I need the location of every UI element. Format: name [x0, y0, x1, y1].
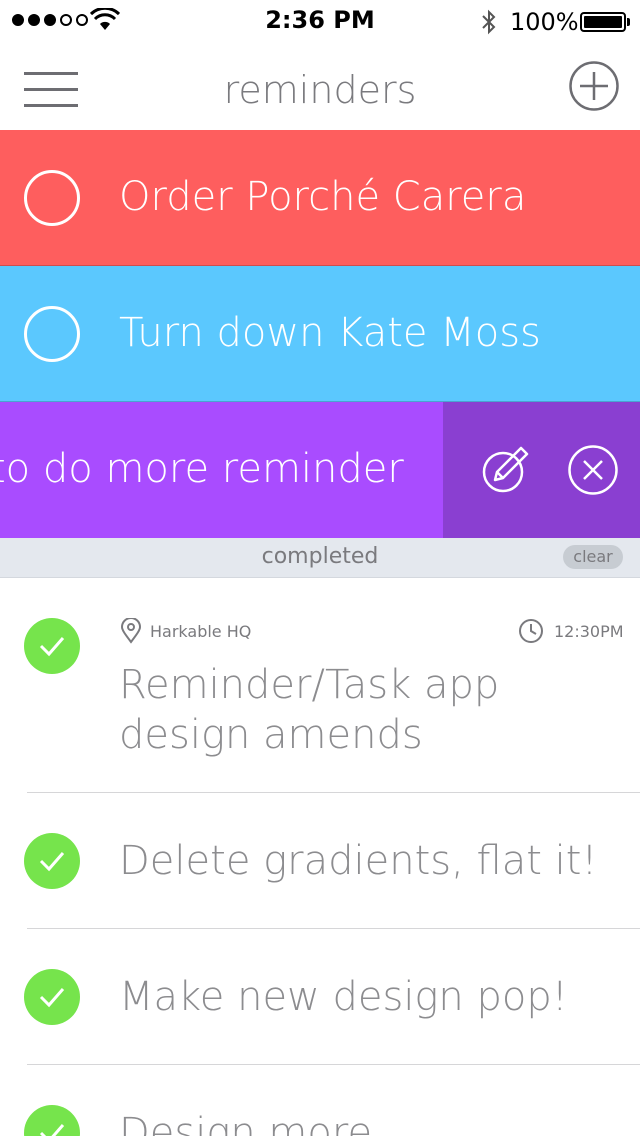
plus-circle-icon[interactable]: [568, 60, 620, 112]
complete-toggle[interactable]: [24, 306, 80, 362]
clear-button[interactable]: clear: [563, 545, 623, 569]
status-bar: 2:36 PM 100%: [0, 0, 640, 40]
completed-section-header: completed clear: [0, 538, 640, 578]
page-title: reminders: [223, 68, 417, 112]
time-meta: 12:30PM: [518, 618, 624, 644]
checkmark-icon[interactable]: [24, 969, 80, 1025]
location-label: Harkable HQ: [150, 621, 252, 641]
completed-item-text: Design more: [119, 1110, 373, 1136]
completed-title: completed: [261, 544, 379, 569]
battery-percentage: 100%: [510, 8, 579, 36]
divider: [27, 928, 640, 929]
reminder-row[interactable]: Turn down Kate Moss: [0, 266, 640, 402]
reminders-screen: 2:36 PM 100% reminders Order Porché Care…: [0, 0, 640, 1136]
divider: [27, 792, 640, 793]
reminder-label: to do more reminder: [0, 446, 404, 492]
battery-icon: [580, 12, 626, 32]
clock-icon: [519, 619, 543, 643]
completed-item-text: Make new design pop!: [119, 974, 568, 1020]
checkmark-icon[interactable]: [24, 1105, 80, 1136]
divider: [27, 1064, 640, 1065]
checkmark-icon[interactable]: [24, 833, 80, 889]
completed-item-text: Reminder/Task app: [119, 662, 500, 708]
reminder-row-swiped[interactable]: to do more reminder: [0, 402, 640, 538]
row-actions-panel: [443, 402, 640, 538]
completed-item-text-continued: design amends: [119, 712, 423, 758]
checkmark-icon[interactable]: [24, 618, 80, 674]
completed-item-text: Delete gradients, flat it!: [119, 838, 598, 884]
navigation-bar: reminders: [0, 40, 640, 130]
pencil-circle-icon[interactable]: [479, 442, 535, 498]
complete-toggle[interactable]: [24, 170, 80, 226]
reminder-row[interactable]: Order Porché Carera: [0, 130, 640, 266]
bluetooth-icon: [482, 9, 496, 35]
location-meta: Harkable HQ: [120, 618, 251, 644]
close-circle-icon[interactable]: [567, 444, 619, 496]
battery-tip: [627, 18, 630, 26]
reminder-label: Order Porché Carera: [119, 174, 527, 220]
location-pin-icon: [120, 618, 142, 644]
time-label: 12:30PM: [554, 621, 624, 641]
reminder-label: Turn down Kate Moss: [119, 310, 541, 356]
